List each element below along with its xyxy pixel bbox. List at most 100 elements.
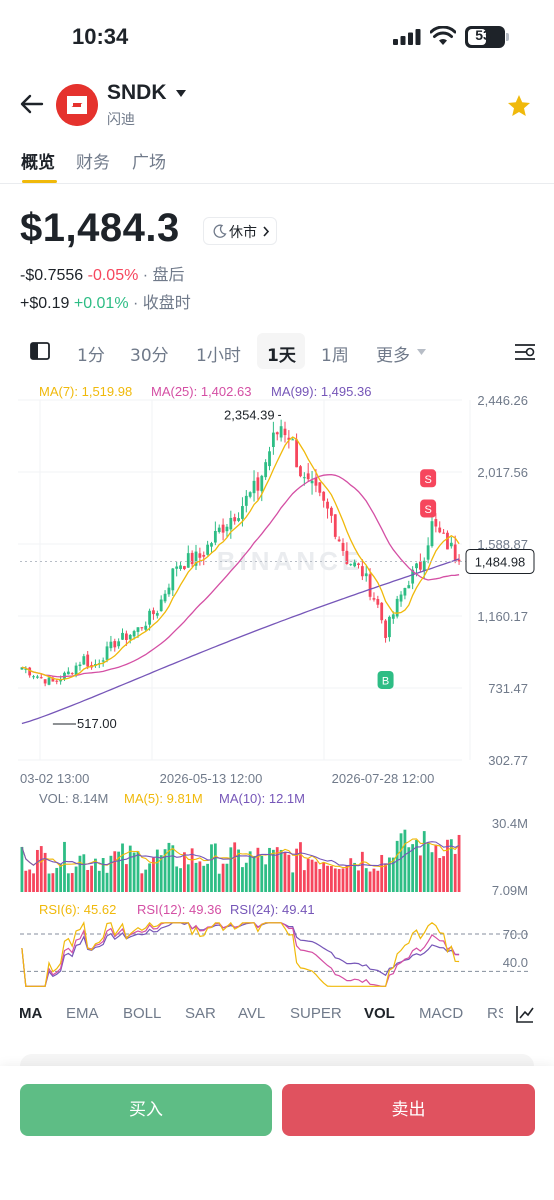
indicator-super[interactable]: SUPER <box>290 1005 342 1022</box>
interval-1m[interactable]: 1分 <box>77 341 105 366</box>
legend-rsi12: RSI(12): 49.36 <box>137 902 222 917</box>
volume-bar <box>171 845 175 892</box>
volume-bar <box>446 839 449 892</box>
candle-body <box>101 660 105 662</box>
candle-body <box>144 625 148 630</box>
indicator-rsi[interactable]: RSI <box>487 1005 503 1022</box>
volume-bar <box>105 872 109 892</box>
volume-bar <box>395 840 399 892</box>
battery-percent: 53 <box>475 27 491 43</box>
status-time: 10:34 <box>72 24 129 49</box>
indicator-macd[interactable]: MACD <box>419 1005 463 1022</box>
indicator-boll[interactable]: BOLL <box>123 1005 161 1022</box>
candle-body <box>422 560 426 571</box>
sell-button[interactable]: 卖出 <box>282 1084 535 1136</box>
candle-body <box>171 568 175 591</box>
dropdown-caret-icon[interactable] <box>175 89 187 99</box>
legend-ma7: MA(7): 1,519.98 <box>39 384 132 399</box>
drawing-tool-icon[interactable] <box>515 1004 535 1024</box>
volume-bar <box>194 862 198 892</box>
indicator-ma[interactable]: MA <box>19 1005 42 1022</box>
volume-bar <box>175 866 179 892</box>
tab-square[interactable]: 广场 <box>132 148 166 173</box>
candle-body <box>121 632 124 640</box>
volume-bar <box>213 843 217 892</box>
indicator-ema[interactable]: EMA <box>66 1005 99 1022</box>
volume-bar <box>306 858 310 892</box>
candle-body <box>384 620 387 638</box>
candle-body <box>453 544 457 562</box>
legend-rsi24: RSI(24): 49.41 <box>230 902 315 917</box>
volume-bar <box>101 858 105 892</box>
chevron-down-icon[interactable] <box>416 348 427 356</box>
candle-body <box>388 616 391 638</box>
interval-30m[interactable]: 30分 <box>130 341 169 366</box>
candle-body <box>438 527 442 533</box>
volume-bar <box>287 854 291 892</box>
candle-body <box>39 677 43 679</box>
candle-body <box>353 562 357 567</box>
volume-bar <box>183 852 186 892</box>
candle-body <box>271 432 275 448</box>
candle-body <box>210 543 213 547</box>
candle-body <box>306 473 310 480</box>
price-tick-label: 1,160.17 <box>477 609 528 624</box>
ma-legend: MA(7): 1,519.98 MA(25): 1,402.63 MA(99):… <box>39 384 371 399</box>
interval-1d[interactable]: 1天 <box>267 341 296 366</box>
volume-bar <box>66 873 70 892</box>
rsi24-line <box>21 922 460 987</box>
volume-bar <box>229 847 233 892</box>
indicator-vol[interactable]: VOL <box>364 1005 395 1022</box>
candle-body <box>341 542 345 552</box>
volume-bar <box>333 868 337 892</box>
after-hours-label: · 盘后 <box>142 267 185 284</box>
candle-body <box>183 566 186 570</box>
candle-body <box>403 587 407 596</box>
candle-body <box>395 598 399 617</box>
candle-body <box>82 656 86 665</box>
volume-bar <box>244 862 248 892</box>
candle-body <box>449 542 453 547</box>
layout-toggle-icon[interactable] <box>30 342 50 360</box>
indicator-avl[interactable]: AVL <box>238 1005 265 1022</box>
buy-button[interactable]: 买入 <box>20 1084 272 1136</box>
volume-bar <box>364 868 368 892</box>
ticker-symbol[interactable]: SNDK <box>107 81 167 105</box>
tab-overview[interactable]: 概览 <box>21 148 55 173</box>
volume-bar <box>20 846 24 892</box>
interval-more[interactable]: 更多 <box>376 341 410 366</box>
volume-bars <box>20 829 461 892</box>
volume-bar <box>82 854 86 892</box>
price-chart[interactable]: BINANCE MA(7): 1,519.98 MA(25): 1,402.63… <box>0 380 554 1000</box>
candle-body <box>349 564 353 566</box>
market-status-text: 休市 <box>229 225 257 241</box>
candle-body <box>310 480 314 484</box>
chart-settings-icon[interactable] <box>514 342 536 362</box>
volume-bar <box>233 842 237 892</box>
candle-body <box>124 633 128 640</box>
interval-1h[interactable]: 1小时 <box>196 341 241 366</box>
candle-body <box>55 680 59 682</box>
volume-bar <box>24 870 28 892</box>
candle-body <box>36 676 39 678</box>
candle-body <box>299 466 302 477</box>
trade-footer: 买入 卖出 <box>0 1066 554 1200</box>
price-tick-label: 2,017.56 <box>477 465 528 480</box>
volume-bar <box>380 854 384 892</box>
high-label: 2,354.39 <box>224 407 275 422</box>
volume-bar <box>411 844 415 892</box>
candle-body <box>415 563 418 569</box>
candle-body <box>70 673 74 675</box>
candle-body <box>175 566 179 569</box>
back-arrow-icon[interactable] <box>18 90 46 118</box>
interval-1w[interactable]: 1周 <box>321 341 349 366</box>
tab-financials[interactable]: 财务 <box>76 148 110 173</box>
indicator-sar[interactable]: SAR <box>185 1005 216 1022</box>
star-icon[interactable] <box>506 93 532 119</box>
candle-body <box>140 627 144 629</box>
volume-bar <box>368 871 372 892</box>
volume-bar <box>97 870 101 892</box>
volume-bar <box>399 833 403 892</box>
market-status-badge[interactable]: 休市 <box>203 217 277 245</box>
volume-bar <box>70 873 74 892</box>
